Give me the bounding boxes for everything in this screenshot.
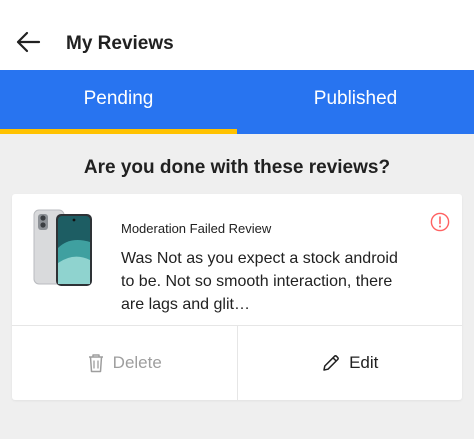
edit-label: Edit	[349, 353, 379, 372]
tab-pending[interactable]: Pending	[0, 70, 237, 134]
delete-button[interactable]: Delete	[12, 326, 237, 400]
app-bar: My Reviews	[0, 0, 474, 70]
reviews-prompt-heading: Are you done with these reviews?	[83, 157, 391, 178]
delete-label: Delete	[112, 353, 162, 372]
tab-pending-label: Pending	[83, 88, 154, 109]
arrow-left-icon[interactable]	[14, 28, 42, 56]
trash-icon	[88, 354, 103, 373]
review-status-label: Moderation Failed Review	[121, 221, 272, 236]
review-card: Moderation Failed Review Was Not as you …	[12, 194, 462, 400]
product-image	[33, 209, 92, 286]
review-text: Was Not as you expect a stock android to…	[121, 250, 398, 313]
tab-published[interactable]: Published	[237, 70, 474, 134]
page-title: My Reviews	[66, 33, 174, 54]
review-tabs: Pending Published	[0, 70, 474, 134]
tab-published-label: Published	[313, 88, 398, 109]
review-actions: Delete Edit	[12, 326, 462, 400]
active-tab-indicator	[0, 129, 237, 134]
pencil-icon	[323, 355, 340, 371]
alert-circle-icon[interactable]	[430, 212, 450, 232]
edit-button[interactable]: Edit	[236, 326, 463, 400]
